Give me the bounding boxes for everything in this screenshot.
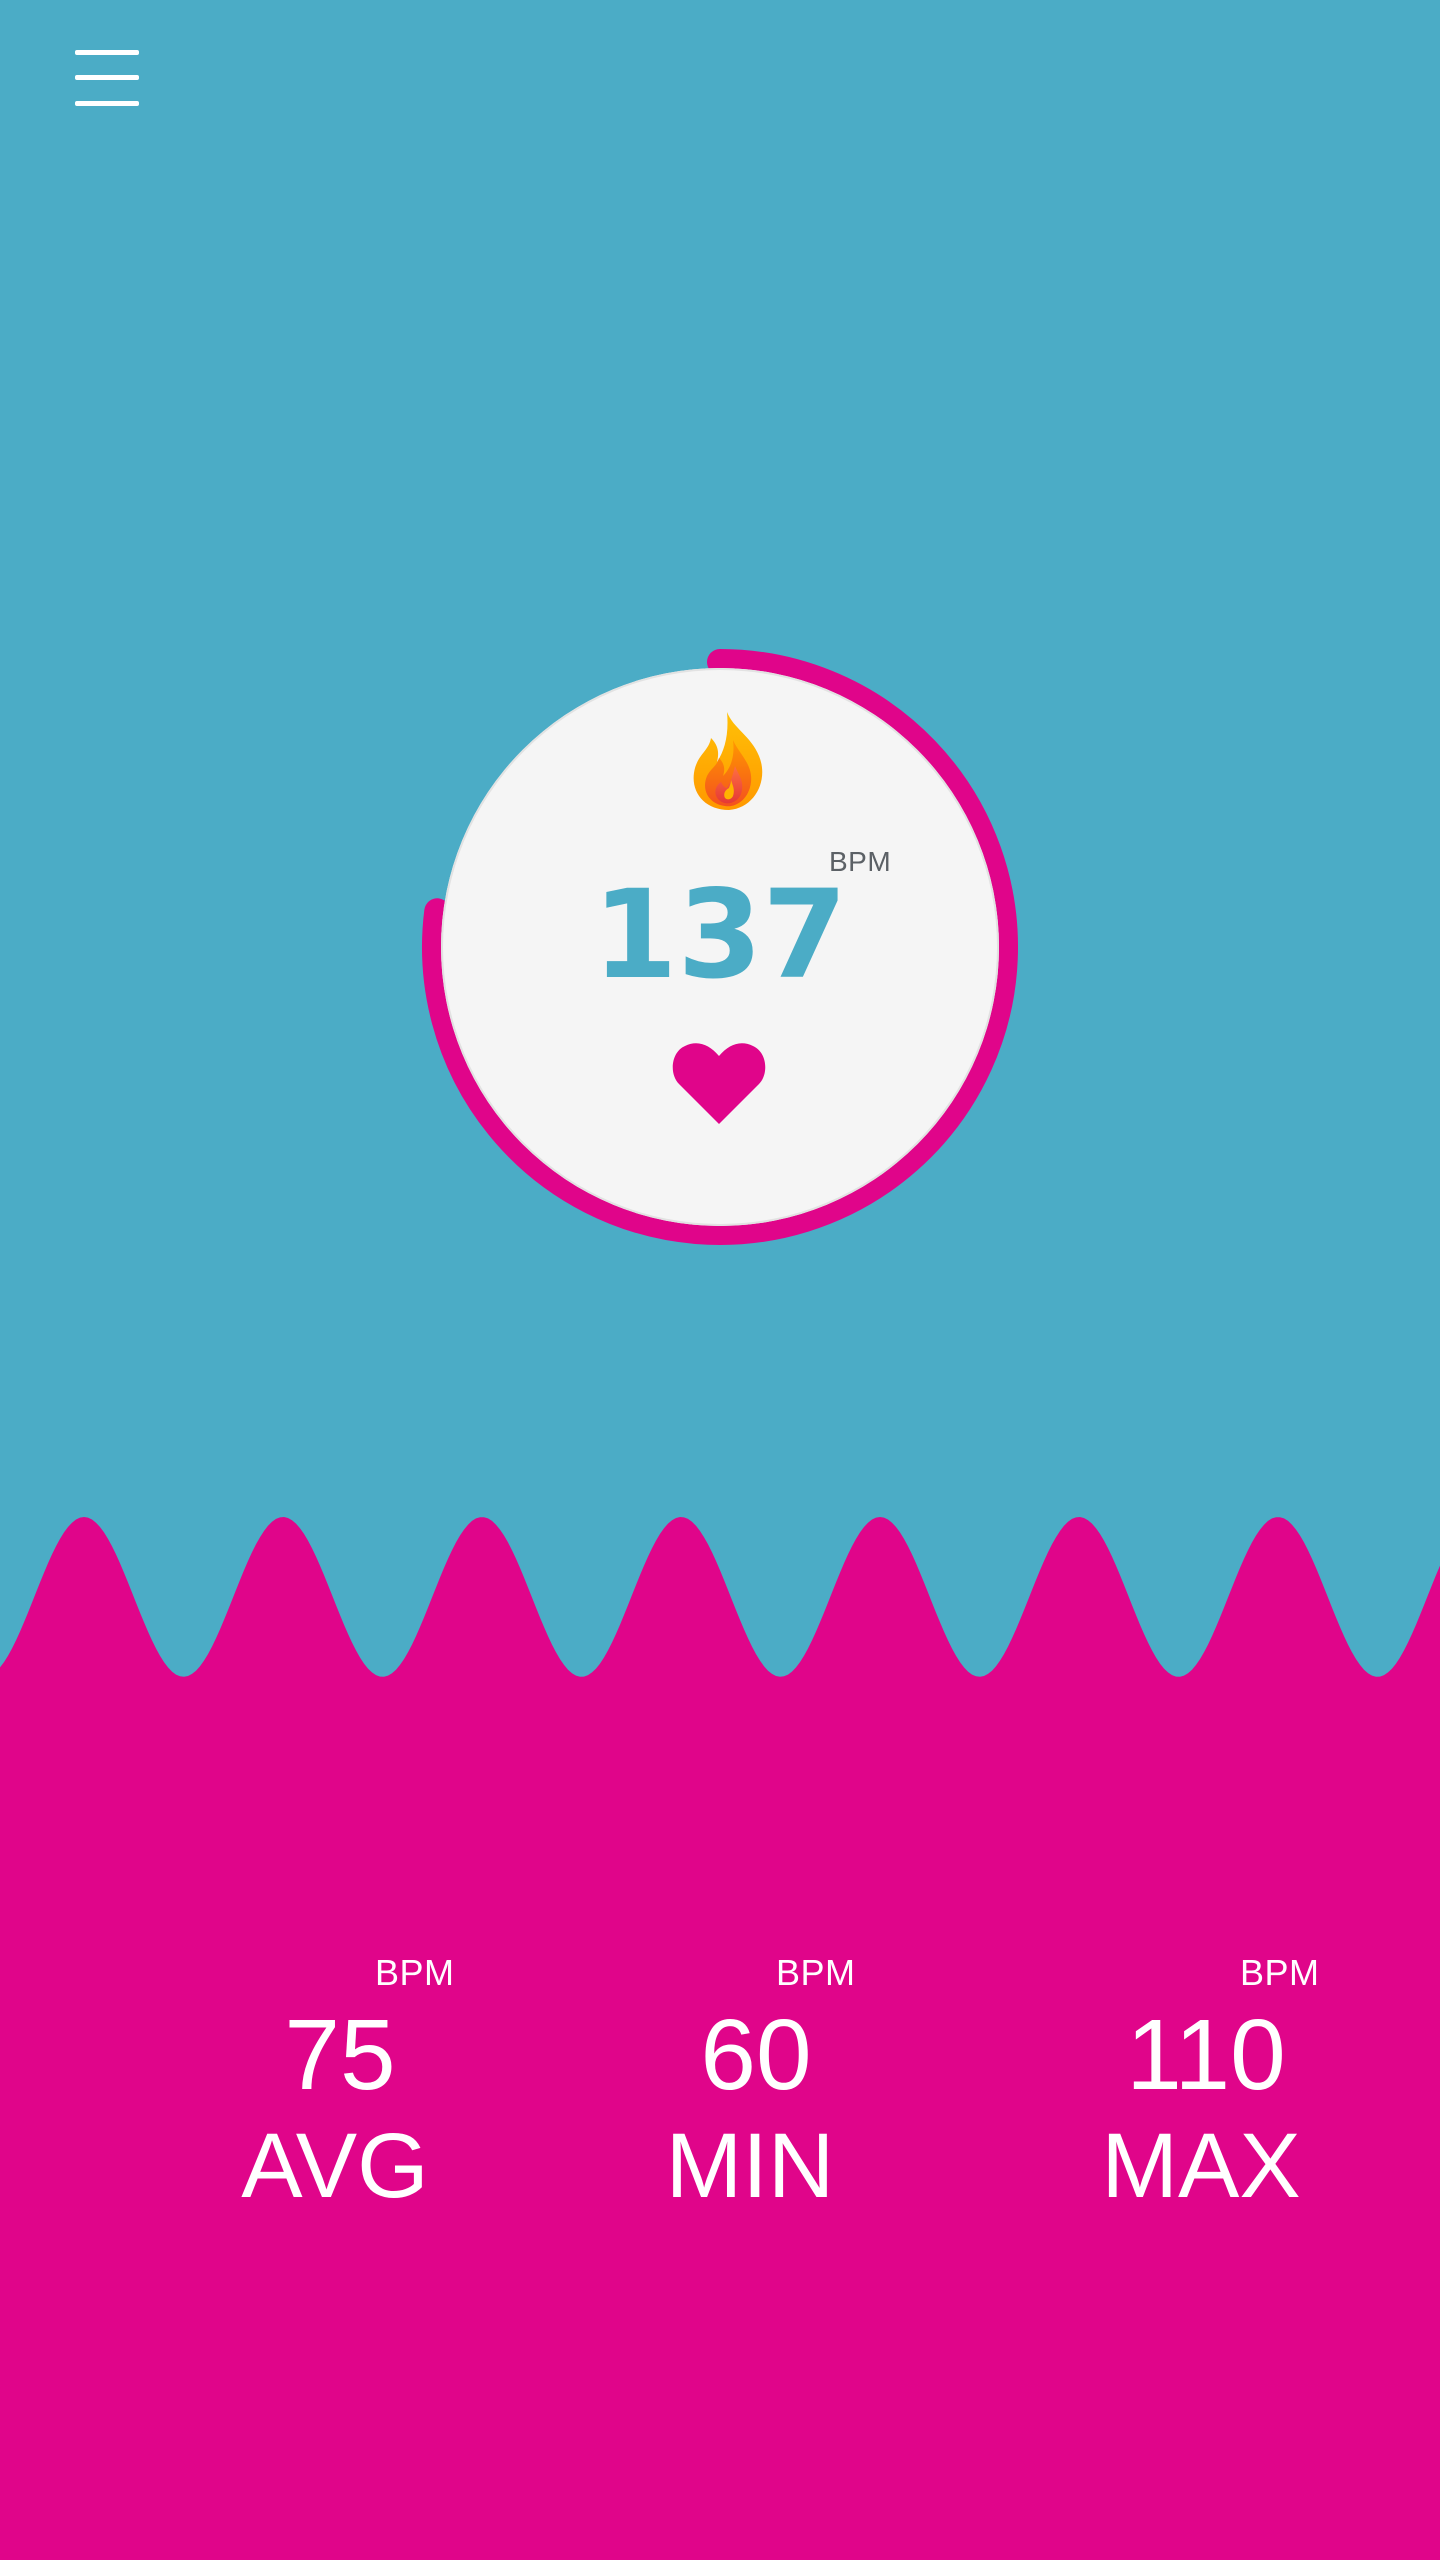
menu-button[interactable] (75, 48, 139, 112)
hamburger-menu-icon-line (75, 101, 139, 106)
stat-value: 60 (700, 1999, 812, 2111)
stat-label: AVG (241, 2115, 429, 2217)
heart-icon (672, 1043, 766, 1124)
gauge-face: BPM 137 (441, 668, 999, 1226)
stat-unit: BPM (1240, 1952, 1320, 1993)
heart-rate-value: 137 (592, 864, 848, 1006)
stat-label: MIN (665, 2115, 835, 2217)
stat-unit: BPM (375, 1952, 455, 1993)
hamburger-menu-icon-line (75, 75, 139, 80)
stat-label: MAX (1101, 2115, 1301, 2217)
heart-rate-gauge: BPM 137 (415, 642, 1025, 1252)
stat-unit: BPM (776, 1952, 856, 1993)
stat-value: 75 (284, 1999, 396, 2111)
stat-value: 110 (1126, 1999, 1286, 2111)
hamburger-menu-icon-line (75, 50, 139, 55)
flame-icon (693, 712, 763, 810)
wave-divider (0, 1517, 1440, 1758)
